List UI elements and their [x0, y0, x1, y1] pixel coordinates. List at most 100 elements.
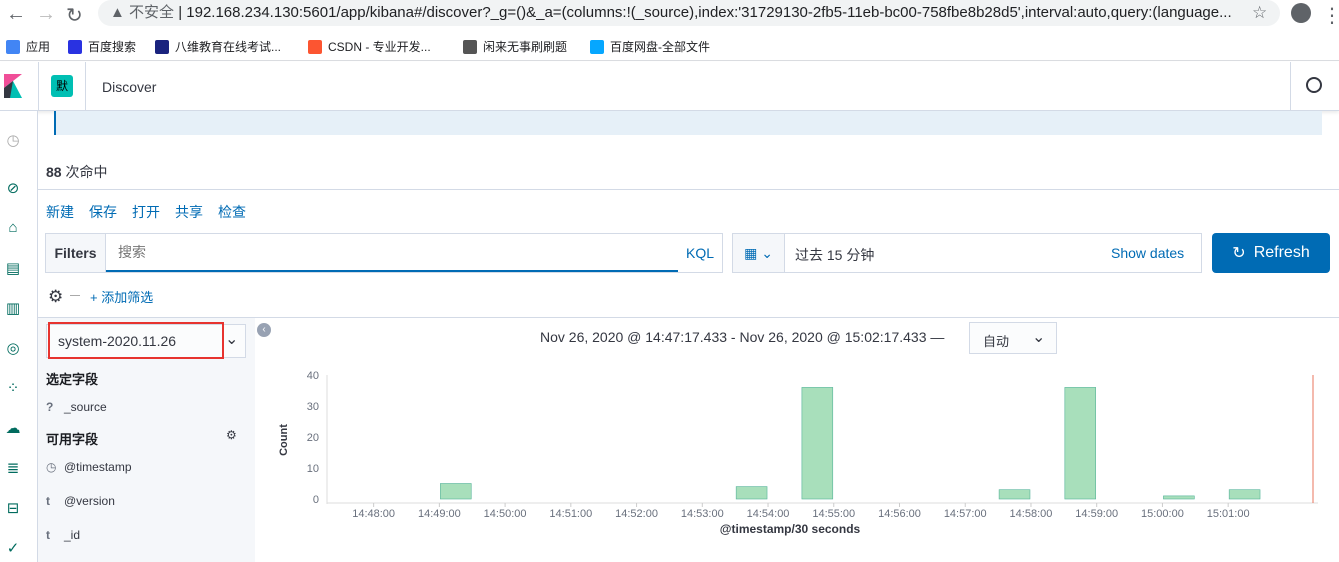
interval-label: 自动 [983, 334, 1010, 349]
bookmark-item[interactable]: CSDN - 专业开发... [308, 38, 431, 55]
search-input[interactable] [106, 234, 678, 272]
histogram-bar [735, 486, 768, 500]
chevron-down-icon: ⌄ [761, 245, 773, 261]
nav-app-icon[interactable]: ✓ [5, 539, 21, 557]
divider [70, 295, 80, 296]
info-banner [54, 111, 1322, 135]
bookmark-icon [308, 39, 322, 54]
x-tick-label: 14:58:00 [1010, 508, 1053, 520]
profile-avatar[interactable] [1291, 3, 1311, 23]
x-tick-label: 14:54:00 [747, 508, 790, 520]
histogram-bar [1163, 495, 1195, 500]
nav-app-icon[interactable]: ◷ [5, 131, 21, 149]
field-name: @version [64, 494, 115, 508]
time-range-label[interactable]: 过去 15 分钟 [795, 245, 874, 265]
address-bar[interactable]: ▲ 不安全 | 192.168.234.130:5601/app/kibana#… [98, 0, 1280, 26]
back-icon[interactable]: ← [6, 3, 26, 26]
x-tick-label: 14:53:00 [681, 508, 724, 520]
available-fields-heading: 可用字段 [46, 432, 99, 447]
interval-select[interactable]: 自动 ⌄ [969, 322, 1057, 354]
menu-item[interactable]: 检查 [218, 202, 246, 222]
x-tick-label: 14:57:00 [944, 508, 987, 520]
x-tick-label: 14:50:00 [484, 508, 527, 520]
security-label: 不安全 [129, 4, 175, 21]
calendar-quick-menu[interactable]: ▦ ⌄ [733, 234, 785, 272]
reload-icon[interactable]: ↻ [66, 3, 83, 28]
nav-app-icon[interactable]: ◎ [5, 339, 21, 357]
refresh-button[interactable]: ↻ Refresh [1212, 233, 1330, 273]
histogram-bar [1228, 489, 1261, 500]
star-icon[interactable]: ☆ [1252, 3, 1267, 23]
field-type-icon: t [46, 494, 50, 508]
kql-toggle[interactable]: KQL [686, 245, 714, 261]
nav-app-icon[interactable]: ☁ [5, 419, 21, 437]
bookmark-label: CSDN - 专业开发... [328, 40, 431, 54]
nav-app-icon[interactable]: ⊟ [5, 499, 21, 517]
page-title: Discover [102, 79, 157, 95]
collapse-sidebar-icon[interactable]: ‹ [257, 323, 271, 337]
bookmark-icon [68, 39, 82, 54]
hits-label: 次命中 [65, 164, 108, 180]
x-tick-label: 14:59:00 [1075, 508, 1118, 520]
histogram-bar [1064, 387, 1097, 500]
show-dates-link[interactable]: Show dates [1111, 245, 1184, 261]
histogram-chart: 0 10 20 30 40 14:48:00 14:49:00 14:50:00 14:51:0… [278, 370, 1318, 536]
gear-icon[interactable]: ⚙ [48, 287, 63, 307]
refresh-label: Refresh [1253, 244, 1310, 261]
field-item[interactable]: t @version [46, 494, 115, 508]
field-item[interactable]: t _id [46, 528, 80, 542]
bookmark-label: 闲来无事刷刷题 [483, 40, 568, 54]
divider [38, 189, 1339, 190]
calendar-icon: ▦ [744, 245, 758, 261]
gear-icon[interactable]: ⚙ [226, 428, 237, 442]
x-tick-label: 14:49:00 [418, 508, 461, 520]
x-tick-label: 14:55:00 [812, 508, 855, 520]
bookmark-item[interactable]: 百度搜索 [68, 38, 136, 55]
hits-number: 88 [46, 164, 62, 180]
y-tick-label: 10 [307, 463, 319, 475]
time-range-text: Nov 26, 2020 @ 14:47:17.433 - Nov 26, 20… [540, 329, 945, 345]
menu-item[interactable]: 保存 [89, 202, 117, 222]
histogram-bar [801, 387, 834, 500]
field-type-icon: ◷ [46, 460, 57, 474]
nav-app-icon[interactable]: ≣ [5, 459, 21, 477]
x-tick-label: 14:56:00 [878, 508, 921, 520]
nav-app-icon[interactable]: ⁘ [5, 379, 21, 397]
filters-button[interactable]: Filters [46, 234, 106, 272]
bookmark-item[interactable]: 八维教育在线考试... [155, 38, 281, 55]
nav-app-icon[interactable]: ⌂ [5, 219, 21, 236]
help-icon[interactable] [1306, 77, 1322, 93]
menu-item[interactable]: 打开 [132, 202, 160, 222]
selected-fields-heading: 选定字段 [46, 372, 99, 387]
nav-app-icon[interactable]: ▤ [5, 259, 21, 277]
bookmark-icon [6, 39, 20, 54]
bookmark-item[interactable]: 应用 [6, 38, 50, 55]
menu-item[interactable]: 共享 [175, 202, 203, 222]
histogram-bar [440, 483, 472, 500]
forward-icon[interactable]: → [36, 3, 56, 26]
field-type-icon: ? [46, 400, 54, 414]
menu-item[interactable]: 新建 [46, 202, 74, 222]
side-nav: ◷ ⊘ ⌂ ▤ ▥ ◎ ⁘ ☁ ≣ ⊟ ✓ [0, 111, 38, 562]
y-tick-label: 30 [307, 401, 319, 413]
y-tick-label: 20 [307, 432, 319, 444]
chevron-down-icon: ⌄ [1032, 329, 1046, 346]
x-tick-label: 14:51:00 [549, 508, 592, 520]
bookmark-icon [463, 39, 477, 54]
bookmark-icon [155, 39, 169, 54]
bookmark-item[interactable]: 闲来无事刷刷题 [463, 38, 567, 55]
bookmark-icon [590, 39, 604, 54]
y-tick-label: 40 [307, 370, 319, 382]
bookmark-item[interactable]: 百度网盘-全部文件 [590, 38, 710, 55]
space-avatar[interactable]: 默 [51, 75, 73, 97]
menu-icon[interactable]: ⋮ [1322, 3, 1339, 28]
add-filter-button[interactable]: + 添加筛选 [90, 287, 153, 306]
nav-app-icon[interactable]: ▥ [5, 299, 21, 317]
x-tick-label: 15:01:00 [1207, 508, 1250, 520]
hits-count: 88 次命中 [46, 162, 107, 182]
kibana-logo[interactable] [4, 74, 22, 98]
field-name: _id [64, 528, 81, 542]
field-item[interactable]: ? _source [46, 400, 107, 414]
nav-app-icon[interactable]: ⊘ [5, 179, 21, 197]
field-item[interactable]: ◷ @timestamp [46, 460, 132, 474]
